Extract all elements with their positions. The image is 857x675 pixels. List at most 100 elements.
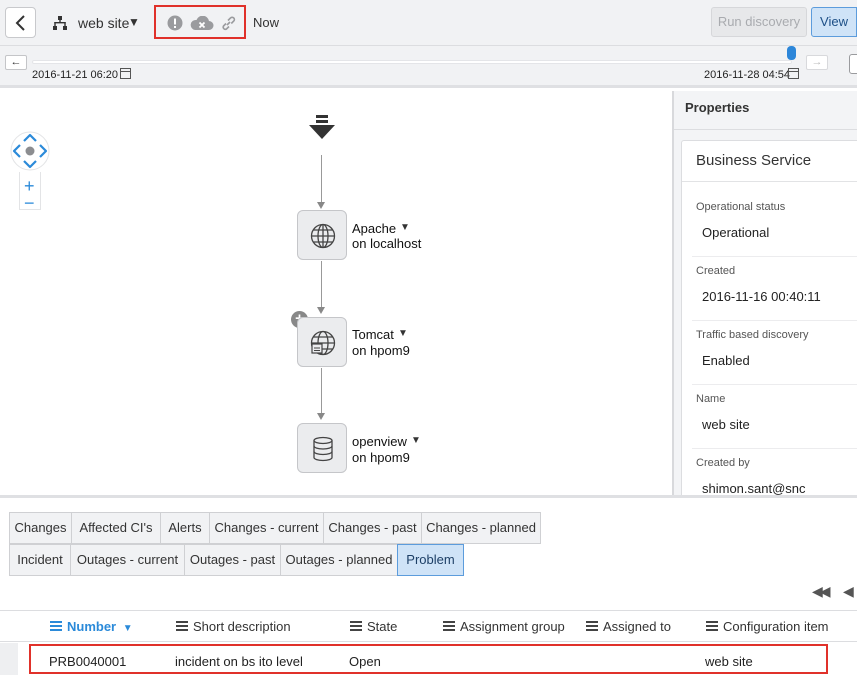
cell-number[interactable]: PRB0040001 (49, 654, 126, 669)
properties-card: Business Service Operational status Oper… (681, 140, 857, 495)
app-server-icon (310, 330, 336, 356)
arrow-head-icon (317, 307, 325, 314)
prop-label: Created (696, 265, 736, 277)
column-header-assignment-group[interactable]: Assignment group (443, 619, 565, 634)
card-title: Business Service (696, 152, 812, 169)
view-button[interactable]: View (811, 7, 857, 37)
column-menu-icon[interactable] (443, 621, 455, 631)
properties-title: Properties (685, 100, 750, 115)
tab-changes-past[interactable]: Changes - past (323, 512, 422, 544)
entry-point-icon (309, 115, 335, 139)
node-host: on hpom9 (352, 343, 410, 358)
tab-alerts[interactable]: Alerts (160, 512, 210, 544)
column-header-assigned-to[interactable]: Assigned to (586, 619, 671, 634)
sort-desc-icon: ▼ (122, 623, 133, 634)
divider (692, 256, 857, 257)
timeline-end-date: 2016-11-28 04:54 (704, 69, 791, 81)
run-discovery-button[interactable]: Run discovery (711, 7, 807, 37)
calendar-icon[interactable] (788, 68, 799, 79)
column-menu-icon[interactable] (706, 621, 718, 631)
caret-down-icon[interactable]: ▼ (398, 328, 408, 339)
tab-changes[interactable]: Changes (9, 512, 72, 544)
caret-down-icon[interactable]: ▼ (128, 15, 140, 29)
timeline-track[interactable] (32, 60, 792, 64)
first-page-icon[interactable]: ◀◀ (812, 583, 830, 600)
prop-label: Name (696, 393, 726, 405)
back-button[interactable] (5, 7, 36, 38)
column-menu-icon[interactable] (350, 621, 362, 631)
prop-value: Enabled (702, 353, 750, 368)
tab-changes-planned[interactable]: Changes - planned (421, 512, 541, 544)
column-header-state[interactable]: State (350, 619, 397, 634)
link-icon[interactable] (220, 15, 237, 32)
map-node-openview[interactable] (297, 423, 347, 473)
service-map-canvas[interactable]: + − Apache ▼ on localhost + (0, 91, 672, 495)
column-header-configuration-item[interactable]: Configuration item (706, 619, 829, 634)
column-header-number[interactable]: Number ▼ (50, 619, 133, 634)
arrow-right-icon: → (811, 56, 823, 68)
map-node-tomcat[interactable] (297, 317, 347, 367)
prop-value: Operational (702, 225, 770, 240)
tab-problem[interactable]: Problem (397, 544, 464, 576)
divider (692, 448, 857, 449)
column-menu-icon[interactable] (586, 621, 598, 631)
map-node-apache[interactable] (297, 210, 347, 260)
status-icon-group (154, 5, 246, 39)
timeline-start-date: 2016-11-21 06:20 (32, 69, 119, 81)
node-host: on localhost (352, 236, 422, 251)
tab-outages-past[interactable]: Outages - past (184, 544, 281, 576)
arrow-head-icon (317, 202, 325, 209)
top-toolbar: web site ▼ Now Run discovery View (0, 0, 857, 46)
calendar-icon[interactable] (120, 68, 131, 79)
tab-outages-current[interactable]: Outages - current (70, 544, 185, 576)
tab-outages-planned[interactable]: Outages - planned (280, 544, 398, 576)
prop-value: web site (702, 417, 750, 432)
previous-page-icon[interactable]: ◀ (843, 583, 854, 600)
properties-panel: Properties Business Service Operational … (672, 91, 857, 495)
tab-changes-current[interactable]: Changes - current (209, 512, 324, 544)
timeline-forward-button[interactable]: → (806, 55, 828, 70)
related-records-tabs: Changes Affected CI's Alerts Changes - c… (0, 495, 857, 610)
column-label: Assigned to (603, 619, 671, 634)
arrow-head-icon (317, 413, 325, 420)
column-label: Short description (193, 619, 291, 634)
node-name[interactable]: openview (352, 434, 407, 449)
prop-value: shimon.sant@snc (702, 481, 806, 495)
column-header-short-description[interactable]: Short description (176, 619, 291, 634)
service-title[interactable]: web site (78, 15, 129, 31)
column-label: State (367, 619, 398, 634)
prop-label: Created by (696, 457, 750, 469)
panel-toggle-button[interactable] (849, 54, 857, 74)
table-header: Number ▼ Short description State Assignm… (0, 610, 857, 642)
alert-icon[interactable] (167, 15, 183, 31)
cell-short-description: incident on bs ito level (175, 654, 303, 669)
connection-line (321, 368, 322, 416)
node-host: on hpom9 (352, 450, 410, 465)
chevron-left-icon (15, 15, 25, 31)
now-label: Now (253, 15, 280, 30)
globe-icon (310, 223, 336, 249)
cell-configuration-item[interactable]: web site (705, 654, 753, 669)
column-label: Assignment group (460, 619, 565, 634)
properties-header: Properties (674, 91, 857, 130)
caret-down-icon[interactable]: ▼ (411, 435, 421, 446)
node-name[interactable]: Apache (352, 221, 396, 236)
timeline-back-button[interactable]: ← (5, 55, 27, 70)
timeline-handle[interactable] (787, 46, 796, 60)
pan-control-icon[interactable] (10, 131, 50, 171)
column-label: Number (67, 619, 117, 634)
connection-line (321, 261, 322, 309)
caret-down-icon[interactable]: ▼ (400, 222, 410, 233)
cloud-error-icon[interactable] (190, 16, 214, 31)
service-map-icon (53, 16, 67, 30)
column-menu-icon[interactable] (50, 621, 62, 631)
row-gutter (0, 643, 18, 675)
prop-label: Operational status (696, 201, 786, 213)
tab-affected-cis[interactable]: Affected CI's (71, 512, 161, 544)
node-name[interactable]: Tomcat (352, 327, 394, 342)
zoom-out-button[interactable]: − (24, 194, 35, 212)
table-row[interactable]: PRB0040001 incident on bs ito level Open… (29, 644, 828, 674)
column-menu-icon[interactable] (176, 621, 188, 631)
tab-incident[interactable]: Incident (9, 544, 71, 576)
divider (682, 181, 857, 182)
